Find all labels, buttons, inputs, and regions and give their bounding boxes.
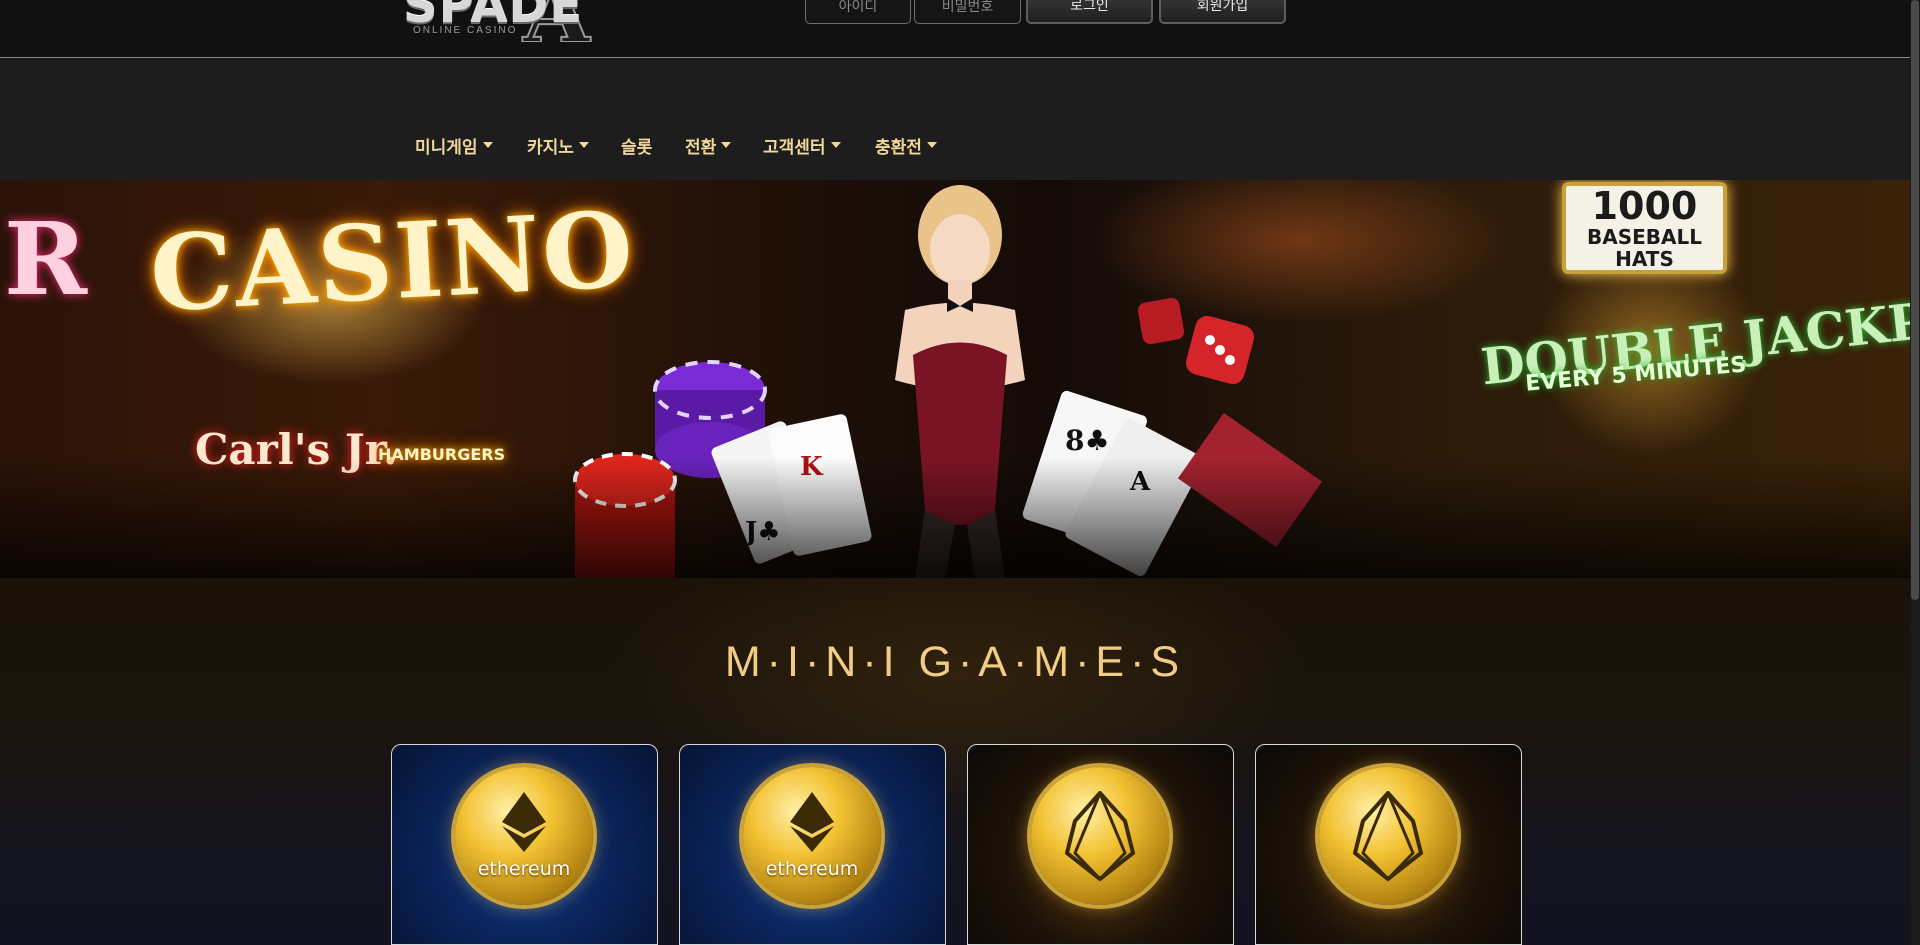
eos-coin-icon [1319, 767, 1457, 905]
svg-text:8♣: 8♣ [1065, 424, 1110, 457]
ethereum-coin-icon: ethereum [455, 767, 593, 905]
eos-logo-icon [1353, 791, 1423, 881]
section-title: M·I·N·I G·A·M·E·S [724, 638, 1186, 686]
nav-item-support[interactable]: 고객센터 [763, 133, 841, 158]
mini-games-section: M·I·N·I G·A·M·E·S ethereum ethereum [0, 578, 1910, 945]
eos-coin-icon [1031, 767, 1169, 905]
nav-item-convert[interactable]: 전환 [685, 133, 732, 158]
hats-number: 1000 [1591, 184, 1698, 228]
neon-casino-sign: CASINO [147, 187, 638, 336]
signup-button[interactable]: 회원가입 [1159, 0, 1286, 24]
nav-item-label: 미니게임 [415, 137, 478, 158]
game-card-ethereum[interactable]: ethereum [391, 744, 658, 945]
nav-item-deposit[interactable]: 충환전 [875, 133, 937, 158]
game-card-ethereum-2[interactable]: ethereum [679, 744, 946, 945]
login-button[interactable]: 로그인 [1026, 0, 1153, 24]
password-input[interactable]: 비밀번호 [914, 0, 1021, 24]
nav-item-label: 슬롯 [621, 137, 653, 158]
ethereum-coin-icon: ethereum [743, 767, 881, 905]
hats-line-2: HATS [1615, 247, 1674, 271]
scrollbar-thumb[interactable] [1911, 0, 1919, 600]
page-scrollbar[interactable] [1910, 0, 1920, 945]
crowd-shadow [0, 458, 1910, 578]
nav-item-casino[interactable]: 카지노 [527, 133, 589, 158]
dice-icon [1137, 297, 1255, 385]
caret-down-icon [830, 142, 841, 148]
caret-down-icon [578, 142, 589, 148]
caret-down-icon [721, 142, 732, 148]
caret-down-icon [926, 142, 937, 148]
nav-item-slot[interactable]: 슬롯 [621, 133, 653, 158]
logo-tagline: ONLINE CASINO [413, 25, 518, 36]
hero-banner[interactable]: R CASINO Carl's Jr. HAMBURGERS 1000 BASE… [0, 180, 1910, 578]
nav-item-label: 충환전 [875, 137, 922, 158]
nav-item-label: 고객센터 [763, 137, 826, 158]
coin-label: ethereum [765, 858, 859, 880]
top-header: A SPADE ONLINE CASINO 아이디 비밀번호 로그인 회원가입 [0, 0, 1910, 58]
coin-label: ethereum [477, 858, 571, 880]
nav-item-minigame[interactable]: 미니게임 [415, 133, 493, 158]
ethereum-logo-icon [790, 792, 834, 852]
nav-item-label: 카지노 [527, 137, 574, 158]
ethereum-logo-icon [502, 792, 546, 852]
game-card-eos-2[interactable] [1255, 744, 1522, 945]
site-logo[interactable]: A SPADE ONLINE CASINO [395, 0, 648, 42]
username-input[interactable]: 아이디 [805, 0, 911, 24]
main-nav: 미니게임 카지노 슬롯 전환 고객센터 충환전 [0, 59, 1910, 180]
game-card-eos[interactable] [967, 744, 1234, 945]
caret-down-icon [482, 142, 493, 148]
eos-logo-icon [1065, 791, 1135, 881]
baseball-hats-sign: 1000 BASEBALL HATS [1562, 182, 1727, 274]
nav-item-label: 전환 [685, 137, 717, 158]
neon-r-sign: R [4, 200, 88, 318]
hats-line-1: BASEBALL [1587, 225, 1702, 249]
